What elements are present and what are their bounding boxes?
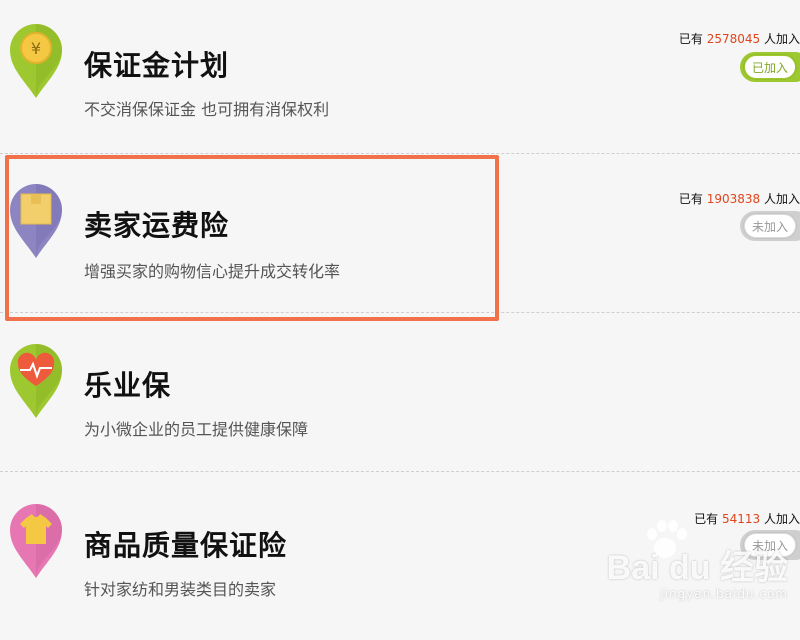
service-title: 乐业保 — [84, 369, 172, 402]
service-description: 为小微企业的员工提供健康保障 — [84, 420, 309, 439]
watermark-logo: Bai du 经验 — [606, 549, 788, 587]
baidu-jingyan-watermark: Bai du 经验 jingyan.baidu.com — [598, 516, 788, 601]
heart-pulse-icon — [10, 344, 62, 418]
highlight-box — [5, 155, 499, 321]
joined-count: 已有 1903838 人加入 — [678, 192, 800, 206]
service-description: 不交消保保证金 也可拥有消保权利 — [84, 100, 330, 119]
row-divider — [0, 153, 800, 154]
row-divider — [0, 471, 800, 472]
service-title: 保证金计划 — [84, 49, 230, 82]
joined-count-number: 2578045 — [706, 32, 761, 46]
join-toggle-label: 未加入 — [744, 214, 796, 238]
join-toggle[interactable]: 未加入 — [740, 211, 800, 241]
join-toggle-label: 已加入 — [744, 55, 796, 79]
joined-count: 已有 2578045 人加入 — [678, 32, 800, 46]
join-toggle[interactable]: 已加入 — [740, 52, 800, 82]
coin-yen-icon: ¥ — [10, 24, 62, 98]
tshirt-icon — [10, 504, 62, 578]
watermark-url: jingyan.baidu.com — [660, 587, 788, 601]
paw-icon — [647, 520, 687, 558]
joined-count-number: 1903838 — [706, 192, 761, 206]
service-description: 针对家纺和男装类目的卖家 — [84, 580, 277, 599]
svg-text:¥: ¥ — [31, 39, 41, 58]
service-row-deposit-plan: ¥ 保证金计划 不交消保保证金 也可拥有消保权利 已有 2578045 人加入 … — [0, 0, 800, 160]
service-title: 商品质量保证险 — [84, 529, 288, 562]
service-row-employee-health: 乐业保 为小微企业的员工提供健康保障 — [0, 320, 800, 480]
